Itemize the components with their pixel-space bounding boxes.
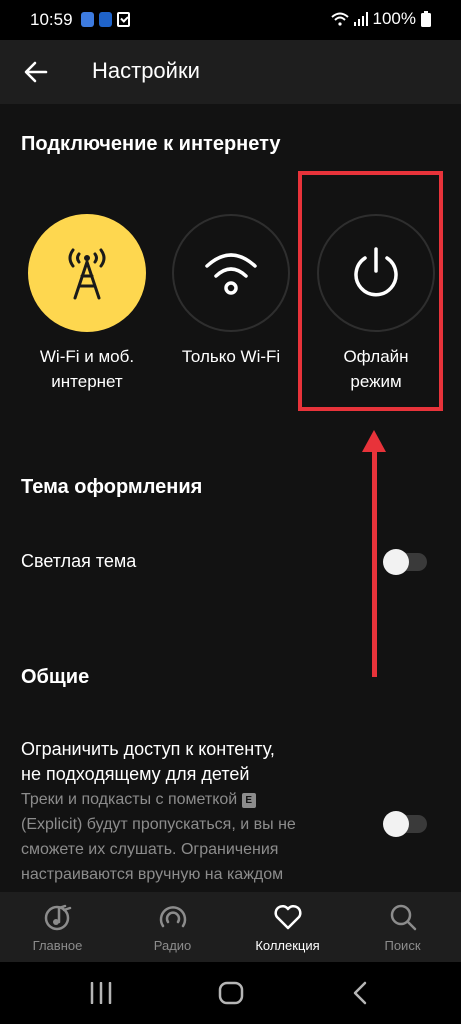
system-nav-bar [0,962,461,1024]
light-theme-label: Светлая тема [21,551,137,571]
explicit-content-toggle[interactable] [383,811,427,837]
status-indicators: 100% [330,9,431,29]
back-arrow-icon [24,61,48,83]
page-title: Настройки [92,58,200,83]
home-icon[interactable] [218,981,244,1005]
nav-item-radio[interactable]: Радио [115,892,230,962]
notification-app-icon [81,12,94,27]
theme-section-title: Тема оформления [21,476,203,498]
explicit-content-setting: Ограничить доступ к контенту, не подходя… [21,739,296,883]
music-note-icon [44,904,72,931]
checkbox-notification-icon [117,12,130,27]
battery-percent: 100% [372,9,416,28]
bottom-nav: Главное Радио Коллекция Поиск [0,892,461,962]
mode-wifi-mobile-label: Wi-Fi и моб. интернет [39,347,135,391]
toggle-knob [383,811,409,837]
battery-icon [421,11,431,27]
nav-item-collection[interactable]: Коллекция [230,892,345,962]
wifi-icon [205,253,257,295]
signal-icon [353,12,368,26]
mode-wifi-only-label: Только Wi-Fi [181,347,281,366]
nav-item-search[interactable]: Поиск [345,892,460,962]
toggle-knob [383,549,409,575]
mode-wifi-mobile-button[interactable] [28,214,146,332]
annotation-arrow-line [372,445,377,677]
explicit-badge: E [241,793,256,808]
recent-apps-icon[interactable] [89,982,113,1004]
search-icon [390,904,417,931]
internet-section-title: Подключение к интернету [21,133,281,155]
general-section-title: Общие [21,666,90,688]
annotation-highlight-box [298,171,443,411]
status-bar: 10:59 100% [0,0,461,40]
wifi-icon [330,12,349,26]
radio-icon [159,906,187,928]
status-time: 10:59 [30,10,73,29]
notification-app-icon [99,12,112,27]
heart-icon [274,904,302,930]
mode-wifi-only-button[interactable] [172,214,290,332]
antenna-icon [68,248,106,300]
app-bar: Настройки [0,40,461,104]
back-icon[interactable] [352,981,368,1005]
light-theme-toggle[interactable] [383,549,427,575]
nav-item-home[interactable]: Главное [0,892,115,962]
back-button[interactable] [14,52,58,92]
